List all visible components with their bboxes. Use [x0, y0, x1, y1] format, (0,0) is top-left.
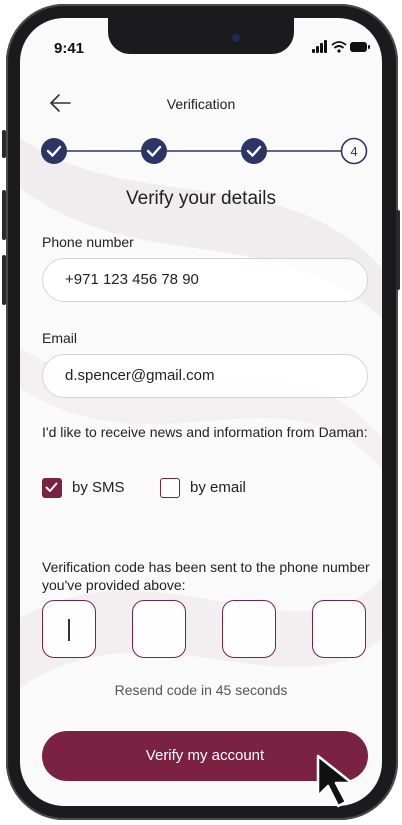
- front-camera: [232, 34, 240, 42]
- step-2-check-icon: [141, 138, 167, 164]
- text-cursor: [68, 619, 70, 641]
- step-3-check-icon: [241, 138, 267, 164]
- section-heading: Verify your details: [126, 188, 276, 209]
- status-icons: [312, 40, 370, 53]
- step-4-current: 4: [340, 137, 368, 165]
- notch: [108, 18, 294, 54]
- code-digit-4[interactable]: [312, 600, 366, 658]
- signal-icon: [312, 40, 327, 53]
- email-checkbox-label[interactable]: by email: [190, 479, 246, 496]
- wifi-icon: [331, 41, 347, 49]
- verification-note: Verification code has been sent to the p…: [42, 559, 370, 593]
- volume-down-button: [2, 255, 6, 305]
- code-digit-3[interactable]: [222, 600, 276, 658]
- resend-timer: Resend code in 45 seconds: [114, 682, 288, 698]
- app-screen: 9:41 Verification 4 Verify your details …: [20, 18, 382, 806]
- email-label: Email: [42, 330, 78, 346]
- status-time: 9:41: [54, 40, 85, 57]
- consent-text: I'd like to receive news and information…: [42, 424, 368, 440]
- power-button: [396, 210, 400, 290]
- progress-stepper: 4: [41, 137, 368, 165]
- sms-checkbox[interactable]: [42, 478, 62, 498]
- step-1-check-icon: [41, 138, 67, 164]
- code-digit-1[interactable]: [42, 600, 96, 658]
- step-4-number: 4: [350, 144, 357, 159]
- email-input[interactable]: d.spencer@gmail.com: [42, 354, 368, 398]
- sms-checkbox-label[interactable]: by SMS: [72, 479, 125, 496]
- mouse-pointer-icon: [316, 754, 354, 808]
- battery-icon: [350, 42, 370, 52]
- page-title: Verification: [166, 96, 236, 112]
- code-digit-2[interactable]: [132, 600, 186, 658]
- phone-input[interactable]: +971 123 456 78 90: [42, 258, 368, 302]
- phone-label: Phone number: [42, 234, 134, 250]
- volume-up-button: [2, 190, 6, 240]
- mute-switch: [2, 130, 6, 158]
- email-checkbox[interactable]: [160, 478, 180, 498]
- check-icon: [45, 482, 58, 492]
